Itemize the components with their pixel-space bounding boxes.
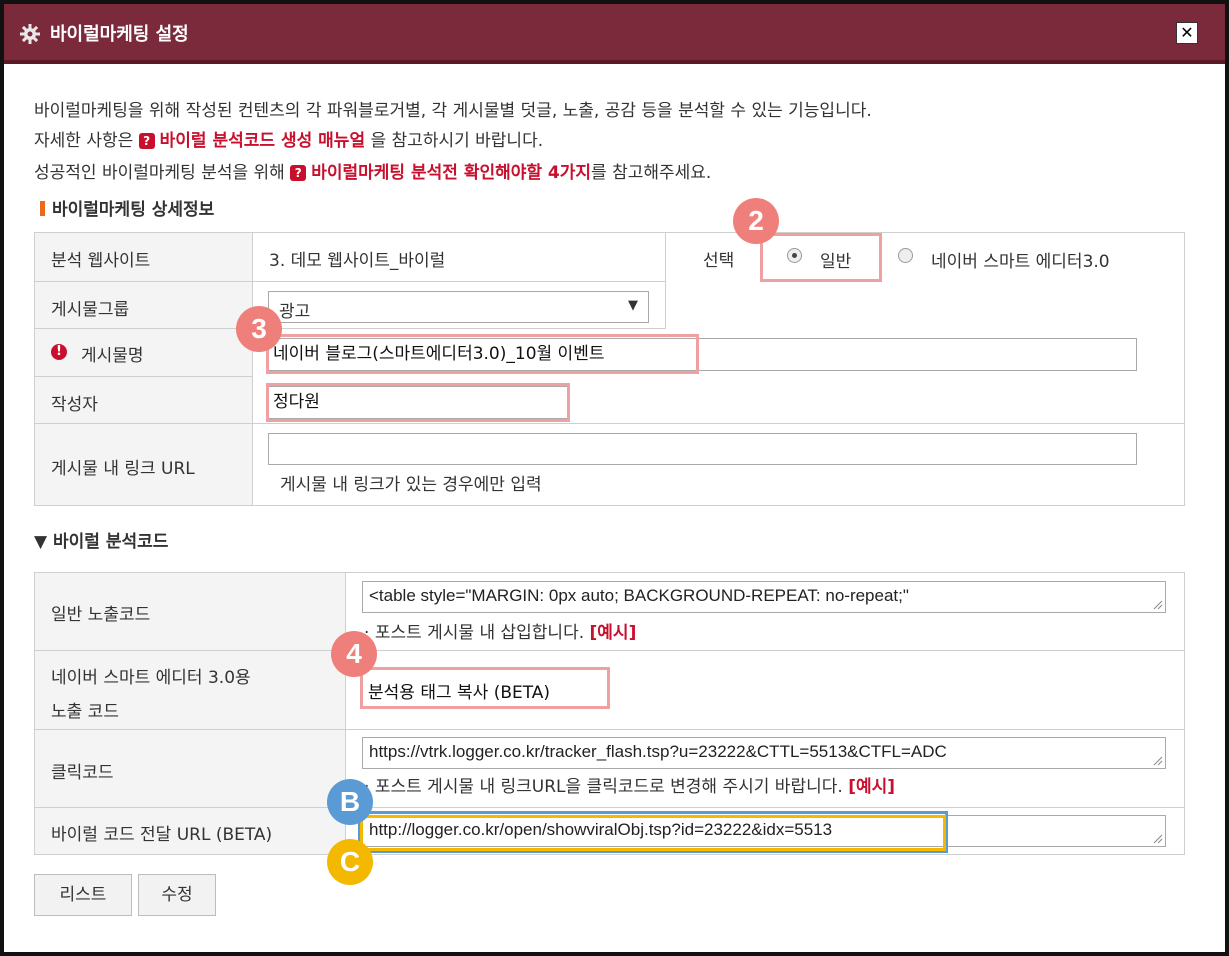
click-code-hint: 포스트 게시물 내 링크URL을 클릭코드로 변경해 주시기 바랍니다. [374, 777, 843, 797]
link-label-cell: 게시물 내 링크 URL [35, 424, 253, 505]
divider [346, 650, 1184, 651]
click-code-label-cell: 클릭코드 [35, 730, 346, 808]
intro-line-3-suffix: 를 참고해주세요. [591, 163, 712, 183]
detail-section-title: 바이럴마케팅 상세정보 [40, 195, 214, 220]
link-label: 게시물 내 링크 URL [51, 459, 195, 479]
highlight-author [266, 383, 570, 422]
group-select-value: 광고 [279, 302, 311, 322]
group-label: 게시물그룹 [51, 300, 130, 320]
callout-2: 2 [733, 198, 779, 244]
naver-code-label-2: 노출 코드 [51, 702, 119, 722]
edit-button[interactable]: 수정 [138, 874, 216, 916]
gear-icon [20, 24, 40, 44]
callout-3: 3 [236, 306, 282, 352]
section-bar-icon [40, 201, 45, 216]
radio-naver-label: 네이버 스마트 에디터3.0 [931, 252, 1110, 272]
highlight-viral-url-yellow [360, 815, 946, 851]
resize-grip-icon [1153, 600, 1163, 610]
group-select[interactable]: 광고 ▼ [268, 291, 649, 323]
callout-4: 4 [331, 631, 377, 677]
close-icon: ✕ [1180, 23, 1194, 42]
example-link[interactable]: [예시] [848, 777, 895, 797]
resize-grip-icon [1153, 834, 1163, 844]
help-icon: ? [290, 165, 307, 181]
select-label: 선택 [703, 251, 735, 271]
general-code-hint-row: · 포스트 게시물 내 삽입합니다. [예시] [364, 623, 637, 643]
highlight-copy-tag [360, 667, 610, 709]
intro-line-3: 성공적인 바이럴마케팅 분석을 위해 ? 바이럴마케팅 분석전 확인해야할 4가지… [34, 158, 711, 183]
example-link[interactable]: [예시] [590, 623, 637, 643]
divider [253, 423, 1184, 424]
highlight-post-name [266, 334, 699, 374]
resize-grip-icon [1153, 756, 1163, 766]
author-label-cell: 작성자 [35, 377, 253, 424]
click-code-label: 클릭코드 [51, 763, 114, 783]
dialog-title: 바이럴마케팅 설정 [50, 24, 189, 45]
general-code-value: <table style="MARGIN: 0px auto; BACKGROU… [369, 586, 909, 605]
click-code-hint-row: · 포스트 게시물 내 링크URL을 클릭코드로 변경해 주시기 바랍니다. [… [364, 777, 896, 797]
required-icon: ! [51, 344, 67, 360]
website-value: 3. 데모 웹사이트_바이럴 [269, 251, 446, 271]
checklist-link[interactable]: 바이럴마케팅 분석전 확인해야할 4가지 [311, 163, 591, 183]
help-icon: ? [138, 133, 155, 149]
link-url-hint: 게시물 내 링크가 있는 경우에만 입력 [280, 475, 542, 495]
post-name-label: 게시물명 [81, 346, 144, 366]
manual-link[interactable]: 바이럴 분석코드 생성 매뉴얼 [160, 131, 365, 151]
link-url-input[interactable] [268, 433, 1137, 465]
highlight-general-radio [760, 233, 882, 282]
click-code-textarea[interactable]: https://vtrk.logger.co.kr/tracker_flash.… [362, 737, 1166, 769]
click-code-value: https://vtrk.logger.co.kr/tracker_flash.… [369, 742, 947, 761]
group-label-cell: 게시물그룹 [35, 282, 253, 329]
naver-code-label-1: 네이버 스마트 에디터 3.0용 [51, 668, 251, 688]
detail-section-title-text: 바이럴마케팅 상세정보 [52, 200, 215, 220]
general-code-label: 일반 노출코드 [51, 605, 151, 625]
viral-url-label: 바이럴 코드 전달 URL (BETA) [51, 825, 273, 845]
intro-line-2-text: 자세한 사항은 [34, 131, 139, 151]
divider [253, 328, 665, 329]
close-button[interactable]: ✕ [1176, 22, 1198, 44]
author-label: 작성자 [51, 395, 98, 415]
intro-line-3-text: 성공적인 바이럴마케팅 분석을 위해 [34, 163, 291, 183]
code-section-title: ▼ 바이럴 분석코드 [34, 532, 169, 552]
callout-c: C [327, 839, 373, 885]
callout-b: B [327, 779, 373, 825]
divider [346, 729, 1184, 730]
list-button[interactable]: 리스트 [34, 874, 132, 916]
chevron-down-icon: ▼ [628, 298, 638, 313]
intro-line-1: 바이럴마케팅을 위해 작성된 컨텐츠의 각 파워블로거별, 각 게시물별 덧글,… [34, 101, 872, 121]
divider [253, 281, 665, 282]
dialog-titlebar: 바이럴마케팅 설정 ✕ [4, 4, 1225, 64]
intro-line-2-suffix: 을 참고하시기 바랍니다. [365, 131, 544, 151]
general-code-hint: 포스트 게시물 내 삽입합니다. [374, 623, 585, 643]
general-code-textarea[interactable]: <table style="MARGIN: 0px auto; BACKGROU… [362, 581, 1166, 613]
radio-naver[interactable] [898, 248, 913, 263]
viral-url-label-cell: 바이럴 코드 전달 URL (BETA) [35, 808, 346, 854]
website-label: 분석 웹사이트 [51, 251, 151, 271]
website-label-cell: 분석 웹사이트 [35, 233, 253, 282]
naver-code-label-cell: 네이버 스마트 에디터 3.0용 노출 코드 [35, 651, 346, 730]
divider [665, 281, 1184, 282]
divider [346, 807, 1184, 808]
intro-line-2: 자세한 사항은 ? 바이럴 분석코드 생성 매뉴얼 을 참고하시기 바랍니다. [34, 126, 543, 151]
post-name-label-cell: ! 게시물명 [35, 329, 253, 377]
general-code-label-cell: 일반 노출코드 [35, 573, 346, 651]
